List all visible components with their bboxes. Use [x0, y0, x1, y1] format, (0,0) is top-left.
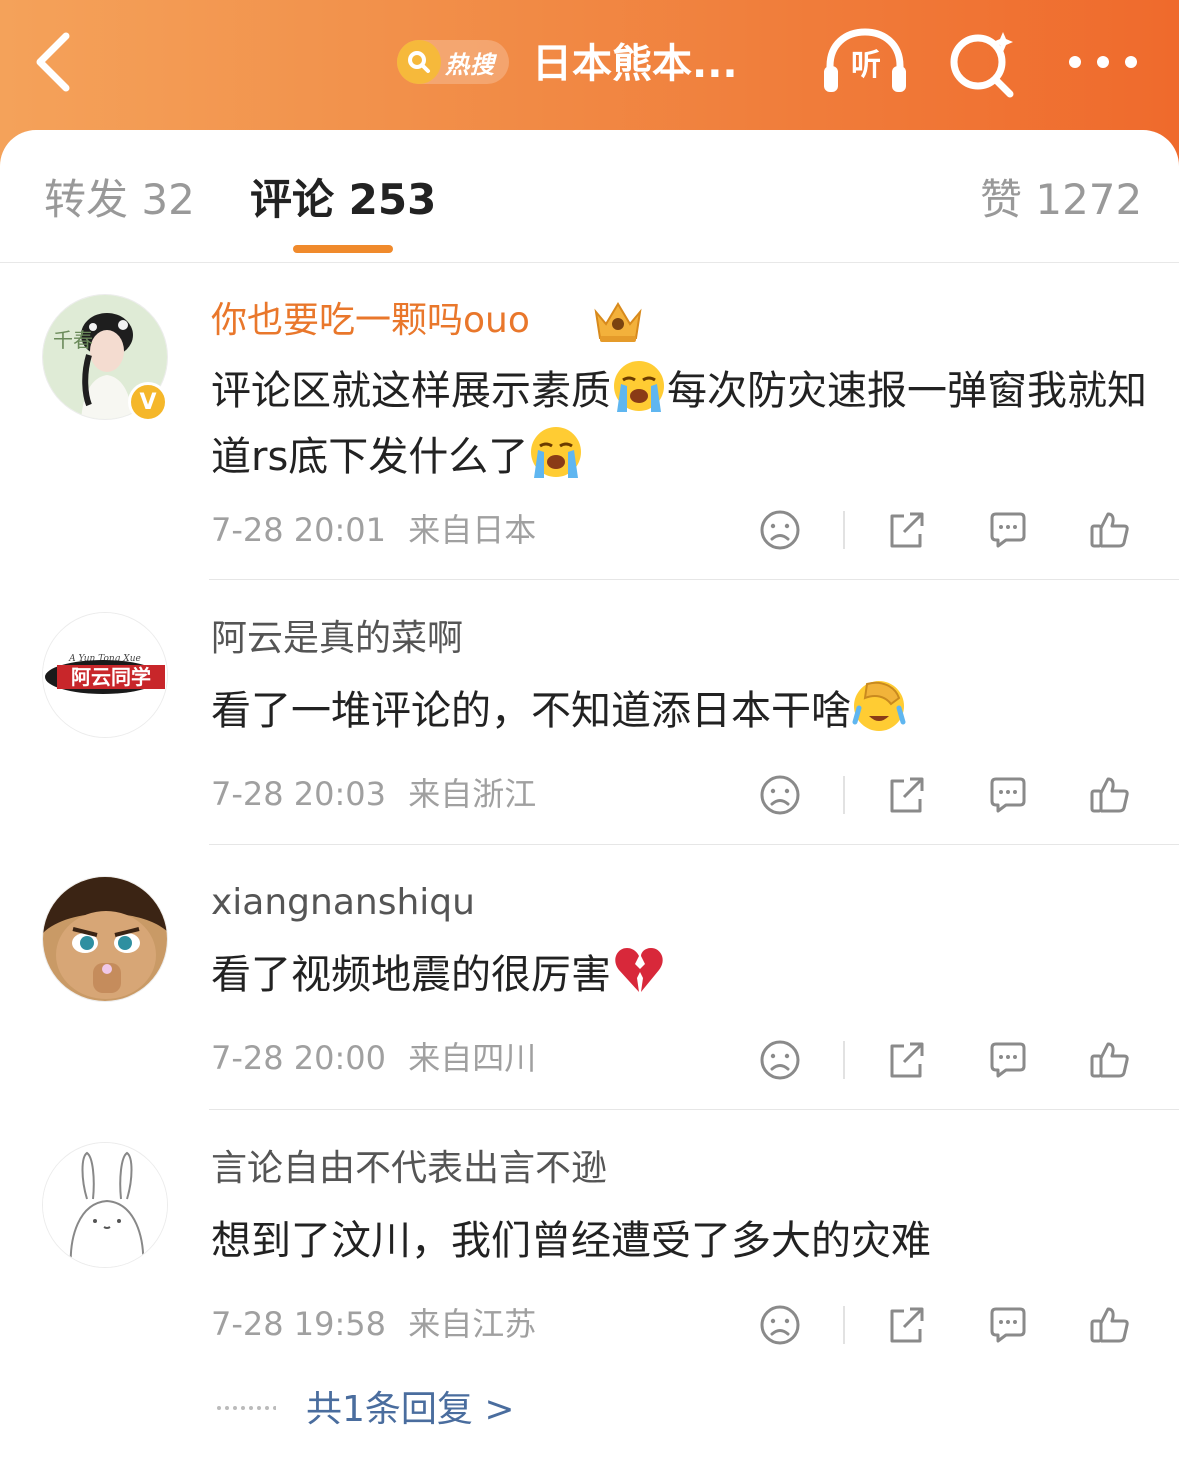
- facepalm-laugh-emoji: [852, 681, 906, 731]
- thumbs-up-icon: [1090, 1042, 1129, 1078]
- comment-username[interactable]: 你也要吃一颗吗ouo: [211, 298, 530, 344]
- action-separator: [843, 511, 845, 549]
- thumbs-up-icon: [1090, 512, 1129, 548]
- comment-time: 7-28 20:03: [211, 775, 387, 813]
- listen-button[interactable]: 听: [822, 28, 908, 98]
- comment-bubble-icon: [990, 1307, 1026, 1343]
- comment-bubble-icon: [990, 512, 1026, 548]
- back-button[interactable]: [30, 30, 80, 94]
- hot-search-label: 热搜: [445, 51, 495, 79]
- page-title: 日本熊本...: [532, 41, 738, 87]
- comment-text: 评论区就这样展示素质 每次防灾速报一弹窗我就知道rs底下发什么了: [211, 358, 1151, 490]
- reply-button[interactable]: [986, 1303, 1030, 1347]
- tab-repost[interactable]: 转发 32: [44, 172, 195, 228]
- share-icon: [890, 1307, 924, 1343]
- comment-time: 7-28 20:01: [211, 511, 387, 549]
- share-button[interactable]: [884, 508, 928, 552]
- svg-text:千春: 千春: [53, 328, 93, 352]
- comment-username[interactable]: xiangnanshiqu: [211, 880, 475, 926]
- share-icon: [890, 777, 924, 813]
- share-icon: [890, 512, 924, 548]
- like-button[interactable]: [1088, 1303, 1132, 1347]
- crying-face-emoji: [614, 361, 664, 412]
- search-button[interactable]: [948, 28, 1018, 98]
- comment-location: 来自日本: [408, 511, 537, 549]
- like-button[interactable]: [1088, 773, 1132, 817]
- action-separator: [843, 776, 845, 814]
- more-dots-icon: [1069, 56, 1137, 68]
- dislike-button[interactable]: [758, 1038, 802, 1082]
- sad-face-icon: [760, 1305, 800, 1345]
- comment-location: 来自江苏: [408, 1305, 537, 1343]
- avatar[interactable]: [42, 876, 168, 1002]
- share-button[interactable]: [884, 773, 928, 817]
- comment-bubble-icon: [990, 777, 1026, 813]
- action-separator: [843, 1306, 845, 1344]
- chevron-left-icon: [36, 32, 70, 92]
- comment-location: 来自浙江: [408, 775, 537, 813]
- comment-meta: 7-28 19:58 来自江苏: [211, 1302, 536, 1346]
- comment-meta: 7-28 20:03 来自浙江: [211, 772, 536, 816]
- comment-time: 7-28 20:00: [211, 1039, 387, 1077]
- comment-text: 看了视频地震的很厉害: [211, 942, 1151, 1008]
- like-button[interactable]: [1088, 1038, 1132, 1082]
- listen-label: 听: [851, 48, 881, 83]
- dislike-button[interactable]: [758, 773, 802, 817]
- avatar[interactable]: A Yun Tong Xue 阿云同学: [42, 612, 168, 738]
- reply-button[interactable]: [986, 508, 1030, 552]
- comment-time: 7-28 19:58: [211, 1305, 387, 1343]
- comment-bubble-icon: [990, 1042, 1026, 1078]
- dislike-button[interactable]: [758, 1303, 802, 1347]
- comment-meta: 7-28 20:01 来自日本: [211, 508, 536, 552]
- hot-search-icon: [397, 40, 441, 84]
- action-separator: [843, 1041, 845, 1079]
- tab-likes[interactable]: 赞 1272: [980, 172, 1142, 228]
- more-button[interactable]: [1066, 48, 1140, 76]
- share-button[interactable]: [884, 1038, 928, 1082]
- reply-thread-dots: [217, 1406, 276, 1410]
- like-button[interactable]: [1088, 508, 1132, 552]
- sad-face-icon: [760, 1040, 800, 1080]
- weibo-comments-screen: 热搜 日本熊本... 听 转发 32 评论 253 赞 1272 千春 V 你也…: [0, 0, 1179, 1462]
- sad-face-icon: [760, 510, 800, 550]
- avatar[interactable]: [42, 1142, 168, 1268]
- crown-icon: [594, 302, 642, 342]
- active-tab-indicator: [293, 245, 393, 253]
- comment-username[interactable]: 阿云是真的菜啊: [211, 616, 463, 662]
- reply-button[interactable]: [986, 1038, 1030, 1082]
- share-icon: [890, 1042, 924, 1078]
- reply-button[interactable]: [986, 773, 1030, 817]
- verified-badge: V: [128, 382, 168, 422]
- comment-username[interactable]: 言论自由不代表出言不逊: [211, 1146, 607, 1192]
- view-replies-link[interactable]: 共1条回复 >: [306, 1386, 515, 1434]
- svg-text:阿云同学: 阿云同学: [71, 665, 151, 689]
- broken-heart-emoji: [615, 948, 663, 992]
- comment-divider: [209, 1109, 1179, 1110]
- thumbs-up-icon: [1090, 1307, 1129, 1343]
- comment-location: 来自四川: [408, 1039, 537, 1077]
- comment-divider: [209, 579, 1179, 580]
- comment-text: 看了一堆评论的，不知道添日本干啥: [211, 678, 1151, 744]
- sad-face-icon: [760, 775, 800, 815]
- tab-divider: [0, 262, 1179, 263]
- tab-comments[interactable]: 评论 253: [250, 172, 436, 228]
- share-button[interactable]: [884, 1303, 928, 1347]
- dislike-button[interactable]: [758, 508, 802, 552]
- comment-text: 想到了汶川，我们曾经遭受了多大的灾难: [211, 1218, 931, 1264]
- crying-face-emoji: [531, 427, 582, 478]
- comment-meta: 7-28 20:00 来自四川: [211, 1036, 536, 1080]
- search-icon: [950, 32, 1014, 98]
- thumbs-up-icon: [1090, 777, 1129, 813]
- comment-divider: [209, 844, 1179, 845]
- hot-search-pill[interactable]: 热搜: [397, 40, 509, 84]
